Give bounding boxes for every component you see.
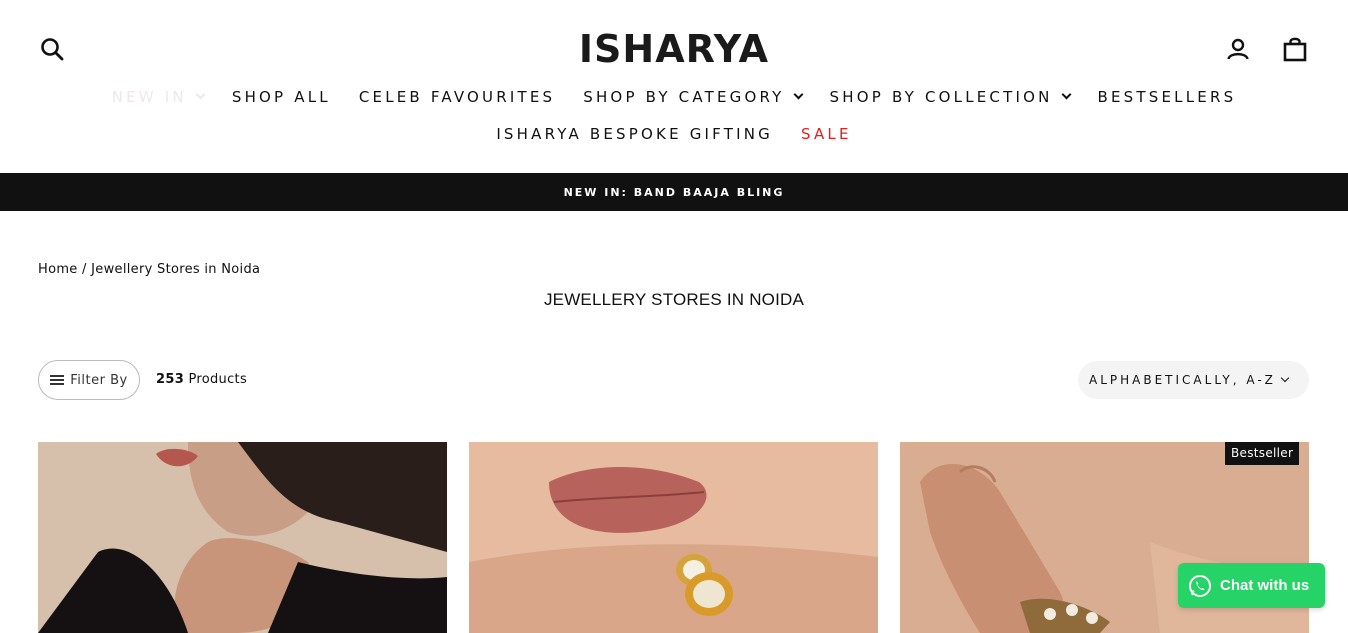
announcement-text: NEW IN: BAND BAAJA BLING [563,185,785,199]
search-button[interactable] [37,34,67,64]
product-count: 253 Products [156,372,247,387]
breadcrumb-current: Jewellery Stores in Noida [91,262,261,277]
filter-icon [50,375,65,385]
nav-item-label: CELEB FAVOURITES [358,88,556,106]
nav-item-celeb-favourites[interactable]: CELEB FAVOURITES [345,88,569,106]
nav-item-sale[interactable]: SALE [787,125,866,143]
main-nav-row-2: ISHARYA BESPOKE GIFTING SALE [0,123,1348,145]
account-button[interactable] [1223,34,1253,64]
chat-label: Chat with us [1220,577,1310,594]
nav-item-bespoke-gifting[interactable]: ISHARYA BESPOKE GIFTING [482,125,787,143]
main-nav-row-1: NEW IN SHOP ALL CELEB FAVOURITES SHOP BY… [0,86,1348,108]
nav-item-label: SHOP BY COLLECTION [829,88,1053,106]
product-card[interactable] [38,442,447,633]
page-title: JEWELLERY STORES IN NOIDA [543,290,805,309]
nav-item-new-in[interactable]: NEW IN [98,88,218,106]
breadcrumb: Home / Jewellery Stores in Noida [38,262,260,277]
filter-label: Filter By [70,372,128,388]
nav-item-label: NEW IN [111,88,187,106]
chevron-down-icon [793,89,803,100]
site-logo[interactable]: ISHARYA [560,27,788,71]
nav-item-shop-by-category[interactable]: SHOP BY CATEGORY [569,88,815,106]
nav-item-label: SHOP ALL [231,88,331,106]
cart-button[interactable] [1280,34,1310,64]
chevron-down-icon [1061,89,1071,100]
site-header: ISHARYA NEW IN SHOP ALL CELEB FAVOURITES… [0,0,1348,173]
chevron-down-icon [1280,373,1290,382]
chevron-down-icon [195,89,206,100]
product-image [38,442,447,633]
sort-select[interactable]: ALPHABETICALLY, A-Z [1078,361,1309,399]
whatsapp-icon [1188,574,1212,598]
nav-item-label: ISHARYA BESPOKE GIFTING [496,125,773,143]
nav-item-shop-all[interactable]: SHOP ALL [218,88,345,106]
breadcrumb-separator: / [82,262,87,277]
whatsapp-chat-button[interactable]: Chat with us [1178,563,1325,608]
bestseller-badge: Bestseller [1225,442,1300,465]
product-image [469,442,878,633]
nav-item-label: SALE [800,125,852,143]
product-count-number: 253 [156,372,185,387]
product-count-suffix: Products [188,372,248,387]
nav-item-label: SHOP BY CATEGORY [583,88,785,106]
cart-icon [1283,37,1307,62]
account-icon [1227,38,1249,60]
product-card[interactable] [469,442,878,633]
nav-item-label: BESTSELLERS [1097,88,1237,106]
search-icon [41,38,64,61]
breadcrumb-home-link[interactable]: Home [38,262,78,277]
nav-item-bestsellers[interactable]: BESTSELLERS [1084,88,1251,106]
announcement-bar[interactable]: NEW IN: BAND BAAJA BLING [0,173,1348,211]
sort-label: ALPHABETICALLY, A-Z [1089,373,1276,387]
filter-button[interactable]: Filter By [38,360,140,400]
nav-item-shop-by-collection[interactable]: SHOP BY COLLECTION [816,88,1084,106]
